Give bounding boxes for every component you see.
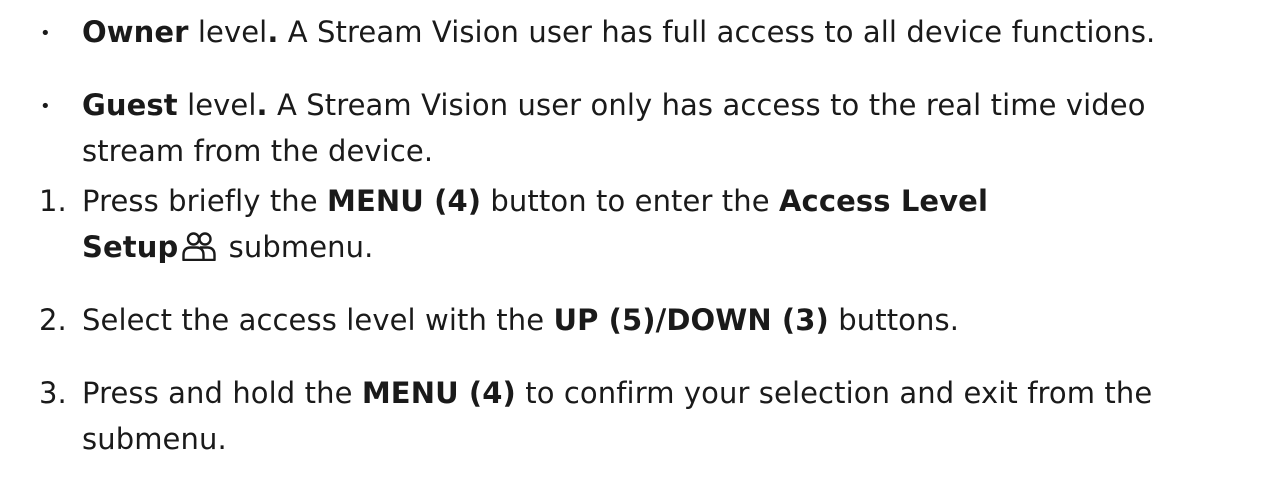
bullet-owner: Owner level. A Stream Vision user has fu… bbox=[82, 12, 1155, 52]
users-icon bbox=[182, 231, 217, 271]
step-number: 3. bbox=[39, 376, 67, 410]
guest-punct: . bbox=[256, 88, 268, 122]
step-1: Press briefly the MENU (4) button to ent… bbox=[82, 181, 988, 221]
bullet-guest-cont: stream from the device. bbox=[82, 134, 434, 168]
step-3-text: to confirm your selection and exit from … bbox=[515, 376, 1153, 410]
step-number: 2. bbox=[39, 303, 67, 337]
step-1-text: button to enter the bbox=[481, 184, 780, 218]
bullet-dot: • bbox=[40, 23, 51, 44]
step-1-text: Press briefly the bbox=[82, 184, 328, 218]
step-1-cont: Setup submenu. bbox=[82, 227, 373, 271]
step-3-cont: submenu. bbox=[82, 422, 227, 456]
manual-page: • Owner level. A Stream Vision user has … bbox=[0, 0, 1285, 495]
guest-term: Guest bbox=[82, 88, 178, 122]
access-level-ref: Access Level bbox=[779, 184, 988, 218]
bullet-guest: Guest level. A Stream Vision user only h… bbox=[82, 85, 1146, 125]
bullet-dot: • bbox=[40, 96, 51, 117]
setup-ref: Setup bbox=[82, 230, 179, 264]
step-1-text: submenu. bbox=[219, 230, 374, 264]
step-2-text: Select the access level with the bbox=[82, 303, 554, 337]
guest-level: level bbox=[177, 88, 257, 122]
owner-level: level bbox=[188, 15, 268, 49]
guest-desc: A Stream Vision user only has access to … bbox=[267, 88, 1146, 122]
menu-button-ref: MENU (4) bbox=[361, 376, 516, 410]
step-3: Press and hold the MENU (4) to confirm y… bbox=[82, 373, 1152, 413]
step-2: Select the access level with the UP (5)/… bbox=[82, 300, 959, 340]
step-3-text: Press and hold the bbox=[82, 376, 362, 410]
owner-desc: A Stream Vision user has full access to … bbox=[278, 15, 1156, 49]
owner-punct: . bbox=[267, 15, 279, 49]
menu-button-ref: MENU (4) bbox=[327, 184, 482, 218]
owner-term: Owner bbox=[82, 15, 189, 49]
step-number: 1. bbox=[39, 184, 67, 218]
up-down-button-ref: UP (5)/DOWN (3) bbox=[553, 303, 829, 337]
step-2-text: buttons. bbox=[828, 303, 960, 337]
